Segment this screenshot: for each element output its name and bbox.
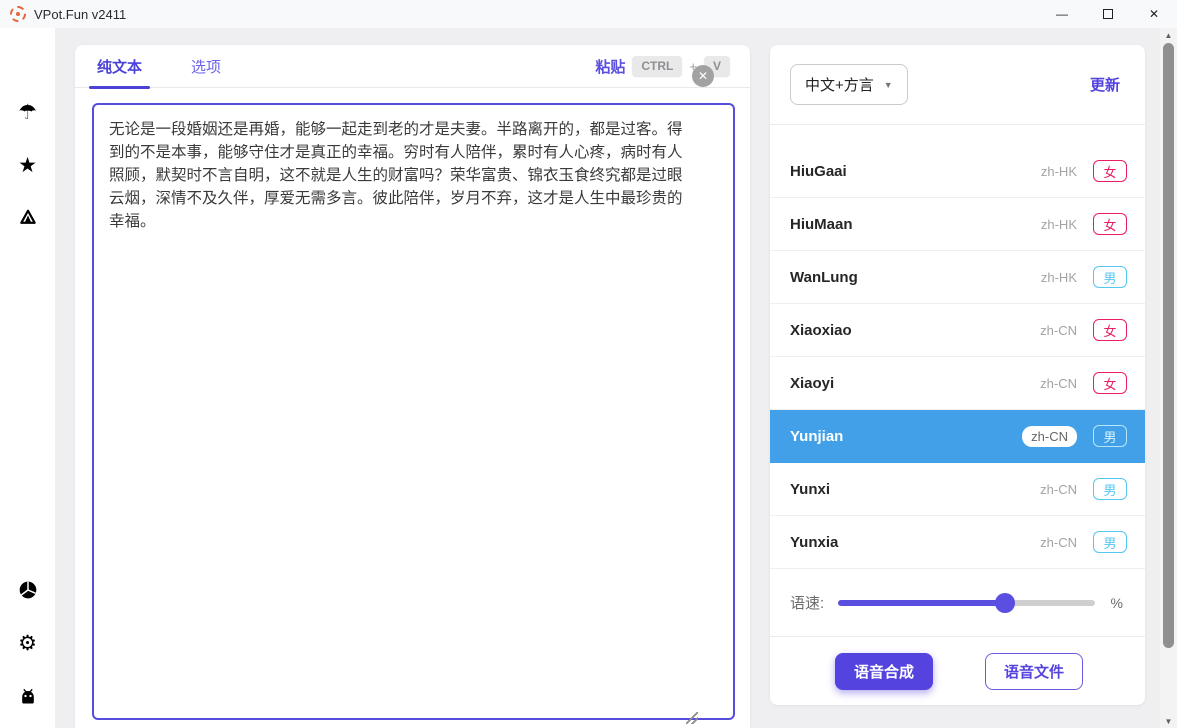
voice-gender-badge: 女 — [1093, 160, 1127, 182]
left-sidebar: ☂ ★ ⚙ — [0, 28, 55, 728]
triangle-icon[interactable] — [0, 202, 55, 232]
minimize-button[interactable]: — — [1039, 0, 1085, 28]
star-icon[interactable]: ★ — [0, 150, 55, 180]
text-input[interactable]: 无论是一段婚姻还是再婚，能够一起走到老的才是夫妻。半路离开的，都是过客。得到的不… — [92, 103, 735, 720]
umbrella-icon[interactable]: ☂ — [0, 97, 55, 127]
rate-unit: % — [1111, 595, 1123, 611]
key-ctrl-badge: CTRL — [632, 56, 682, 76]
voice-locale-badge: zh-CN — [1040, 535, 1077, 550]
voice-locale-badge: zh-CN — [1040, 376, 1077, 391]
voice-row[interactable]: HiuMaan zh-HK 女 — [770, 198, 1145, 251]
voice-name: Yunxi — [790, 481, 1040, 498]
app-logo-icon — [10, 6, 26, 22]
voice-gender-badge: 男 — [1093, 478, 1127, 500]
gear-icon[interactable]: ⚙ — [0, 628, 55, 658]
voice-locale-badge: zh-CN — [1022, 426, 1077, 447]
voice-file-button[interactable]: 语音文件 — [985, 653, 1083, 690]
robot-icon[interactable] — [0, 681, 55, 711]
window-title: VPot.Fun v2411 — [34, 7, 126, 22]
voice-name: Yunxia — [790, 534, 1040, 551]
scrollbar-thumb[interactable] — [1163, 43, 1174, 648]
window-scrollbar[interactable]: ▲ ▼ — [1160, 28, 1177, 728]
window-controls: — ✕ — [1039, 0, 1177, 28]
language-dropdown[interactable]: 中文+方言 ▼ — [790, 64, 908, 105]
voice-name: HiuMaan — [790, 216, 1041, 233]
voice-gender-badge: 男 — [1093, 266, 1127, 288]
rate-slider[interactable] — [838, 593, 1094, 613]
voice-locale-badge: zh-CN — [1040, 482, 1077, 497]
voice-name: WanLung — [790, 269, 1041, 286]
voice-row[interactable]: WanLung zh-HK 男 — [770, 251, 1145, 304]
voice-gender-badge: 男 — [1093, 425, 1127, 447]
voice-locale-badge: zh-CN — [1040, 323, 1077, 338]
slider-fill — [838, 600, 1005, 606]
titlebar: VPot.Fun v2411 — ✕ — [0, 0, 1177, 28]
voice-name: Xiaoyi — [790, 375, 1040, 392]
close-button[interactable]: ✕ — [1131, 0, 1177, 28]
action-buttons: 语音合成 语音文件 — [770, 637, 1145, 705]
chevron-down-icon: ▼ — [884, 80, 893, 90]
maximize-icon — [1103, 9, 1113, 19]
tab-options[interactable]: 选项 — [189, 45, 223, 88]
editor-panel: 纯文本 选项 粘贴 CTRL + V 无论是一段婚姻还是再婚，能够一起走到老的才… — [75, 45, 750, 728]
voice-row[interactable]: Yunxi zh-CN 男 — [770, 463, 1145, 516]
slider-thumb[interactable] — [995, 593, 1015, 613]
voice-locale-badge: zh-HK — [1041, 217, 1077, 232]
voice-row[interactable]: HiuGaai zh-HK 女 — [770, 145, 1145, 198]
rate-label: 语速: — [790, 592, 824, 613]
refresh-voices-link[interactable]: 更新 — [1090, 74, 1120, 95]
language-dropdown-value: 中文+方言 — [805, 74, 874, 95]
voice-name: Yunjian — [790, 428, 1022, 445]
scroll-up-icon[interactable]: ▲ — [1160, 28, 1177, 42]
voice-row[interactable]: Xiaoyi zh-CN 女 — [770, 357, 1145, 410]
tab-plain-text[interactable]: 纯文本 — [95, 45, 144, 88]
voice-row[interactable]: Xiaoxiao zh-CN 女 — [770, 304, 1145, 357]
rate-section: 语速: % — [770, 569, 1145, 637]
voice-gender-badge: 女 — [1093, 319, 1127, 341]
voice-row[interactable]: Yunxia zh-CN 男 — [770, 516, 1145, 569]
voice-list: HiuGaai zh-HK 女 HiuMaan zh-HK 女 WanLung … — [770, 145, 1145, 569]
voice-name: Xiaoxiao — [790, 322, 1040, 339]
editor-tabbar: 纯文本 选项 粘贴 CTRL + V — [75, 45, 750, 88]
voice-gender-badge: 女 — [1093, 213, 1127, 235]
maximize-button[interactable] — [1085, 0, 1131, 28]
voice-gender-badge: 男 — [1093, 531, 1127, 553]
voice-panel: 中文+方言 ▼ 更新 HiuGaai zh-HK 女 HiuMaan zh-HK… — [770, 45, 1145, 705]
voice-gender-badge: 女 — [1093, 372, 1127, 394]
scroll-down-icon[interactable]: ▼ — [1160, 714, 1177, 728]
voice-locale-badge: zh-HK — [1041, 270, 1077, 285]
clear-text-icon[interactable]: ✕ — [692, 65, 714, 87]
paste-button[interactable]: 粘贴 — [595, 56, 625, 77]
aperture-icon[interactable] — [0, 575, 55, 605]
voice-row[interactable]: Yunjian zh-CN 男 — [770, 410, 1145, 463]
voice-panel-header: 中文+方言 ▼ 更新 — [770, 45, 1145, 125]
synthesize-button[interactable]: 语音合成 — [835, 653, 933, 690]
text-input-wrap: 无论是一段婚姻还是再婚，能够一起走到老的才是夫妻。半路离开的，都是过客。得到的不… — [92, 103, 735, 720]
voice-name: HiuGaai — [790, 163, 1041, 180]
voice-locale-badge: zh-HK — [1041, 164, 1077, 179]
